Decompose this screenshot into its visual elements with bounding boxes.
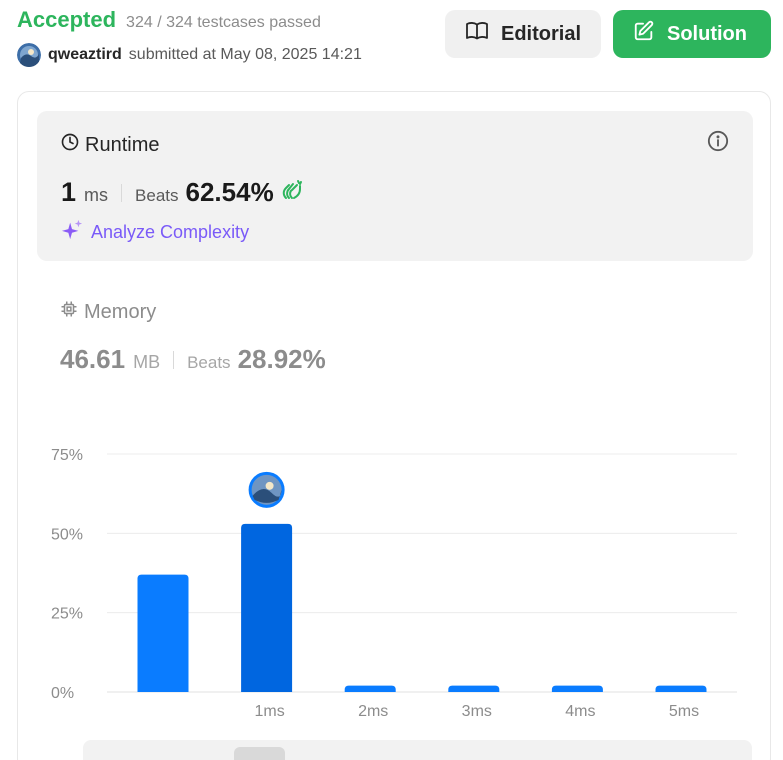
runtime-distribution-chart: 0% 25% 50% 75% 1ms 2ms 3ms 4ms 5ms: [51, 447, 737, 720]
chart-bar[interactable]: [344, 685, 396, 692]
user-avatar-marker: [248, 471, 285, 508]
chart-bar[interactable]: [655, 685, 707, 692]
x-tick-label: 5ms: [669, 703, 699, 720]
x-tick-label: 3ms: [462, 703, 492, 720]
y-tick-label: 25%: [51, 606, 83, 623]
y-tick-label: 50%: [51, 526, 83, 543]
x-tick-label: 1ms: [254, 703, 284, 720]
scrollbar-thumb[interactable]: [234, 747, 285, 760]
y-tick-label: 75%: [51, 447, 83, 464]
x-tick-label: 2ms: [358, 703, 388, 720]
chart-bar[interactable]: [137, 574, 189, 692]
y-tick-label: 0%: [51, 685, 74, 702]
chart-bar[interactable]: [551, 685, 603, 692]
x-tick-label: 4ms: [565, 703, 595, 720]
chart-scrollbar[interactable]: [83, 740, 752, 760]
chart-bar[interactable]: [448, 685, 500, 692]
chart-bar[interactable]: [241, 523, 293, 692]
